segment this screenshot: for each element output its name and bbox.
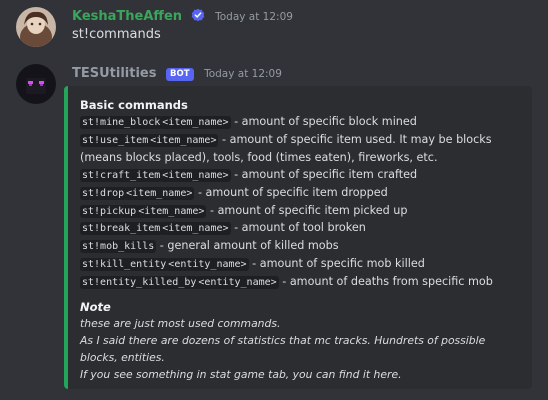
timestamp[interactable]: Today at 12:09 [215, 11, 293, 23]
username-tesutilities[interactable]: TESUtilities BOT Today at 12:09 [72, 65, 282, 83]
embed-field-title: Basic commands [80, 98, 188, 112]
list-item: st!kill_entity <entity_name> - amount of … [80, 256, 520, 274]
command-arg: <item_name> [160, 116, 231, 129]
list-item: st!mob_kills - general amount of killed … [80, 238, 520, 256]
list-item: st!craft_item <item_name> - amount of spe… [80, 167, 520, 185]
list-item: st!drop <item_name> - amount of specific … [80, 185, 520, 203]
command-code: st!use_item [80, 133, 151, 147]
embed: Basic commands st!mine_block <item_name> … [64, 86, 532, 389]
command-desc: - amount of specific item dropped [194, 185, 388, 199]
command-arg: <item_name> [160, 168, 231, 182]
timestamp[interactable]: Today at 12:09 [204, 68, 282, 80]
bot-tag: BOT [166, 68, 194, 81]
avatar-kesha[interactable] [16, 7, 56, 47]
command-code: st!mob_kills [80, 240, 157, 254]
list-item: st!use_item <item_name> - amount of speci… [80, 132, 520, 167]
command-code: st!drop [80, 186, 127, 200]
command-code: st!kill_entity [80, 258, 169, 272]
command-arg: <item_name> [124, 186, 195, 200]
list-item: st!break_item <item_name> - amount of too… [80, 220, 520, 238]
command-desc: - amount of specific item crafted [230, 167, 418, 181]
command-desc: - amount of tool broken [230, 221, 366, 235]
command-code: st!break_item [80, 222, 163, 236]
username-text[interactable]: KeshaTheAffen [72, 9, 182, 24]
command-code: st!craft_item [80, 168, 163, 182]
note-title: Note [80, 300, 111, 315]
command-code: st!mine_block [80, 116, 163, 129]
command-code: st!pickup [80, 204, 139, 218]
command-arg: <item_name> [160, 222, 231, 236]
command-desc: - amount of specific mob killed [248, 257, 425, 271]
note-line: these are just most used commands. [80, 317, 281, 331]
command-arg: <item_name> [136, 204, 207, 218]
list-item: st!entity_killed_by <entity_name> - amoun… [80, 274, 520, 292]
command-desc: - amount of deaths from specific mob [278, 275, 493, 289]
avatar-tesutilities[interactable] [16, 64, 56, 104]
note-line: If you see something in stat game tab, y… [80, 367, 402, 381]
note-line: As I said there are dozens of statistics… [80, 333, 486, 364]
list-item: st!mine_block <item_name> - amount of spe… [80, 114, 520, 132]
command-arg: <entity_name> [166, 258, 249, 272]
message-text: st!commands [72, 27, 161, 42]
username-kesha[interactable]: KeshaTheAffen Today at 12:09 [72, 8, 293, 26]
note-body: these are just most used commands. As I … [80, 316, 520, 384]
command-desc: - amount of specific block mined [230, 115, 417, 128]
command-desc: - amount of specific item picked up [206, 203, 408, 217]
command-arg: <entity_name> [196, 276, 279, 290]
verified-badge-icon [191, 8, 205, 22]
command-code: st!entity_killed_by [80, 276, 199, 290]
username-text[interactable]: TESUtilities [72, 66, 156, 81]
command-desc: - general amount of killed mobs [156, 239, 339, 253]
list-item: st!pickup <item_name> - amount of specifi… [80, 203, 520, 221]
command-list: st!mine_block <item_name> - amount of spe… [80, 114, 520, 292]
command-arg: <item_name> [148, 133, 219, 147]
